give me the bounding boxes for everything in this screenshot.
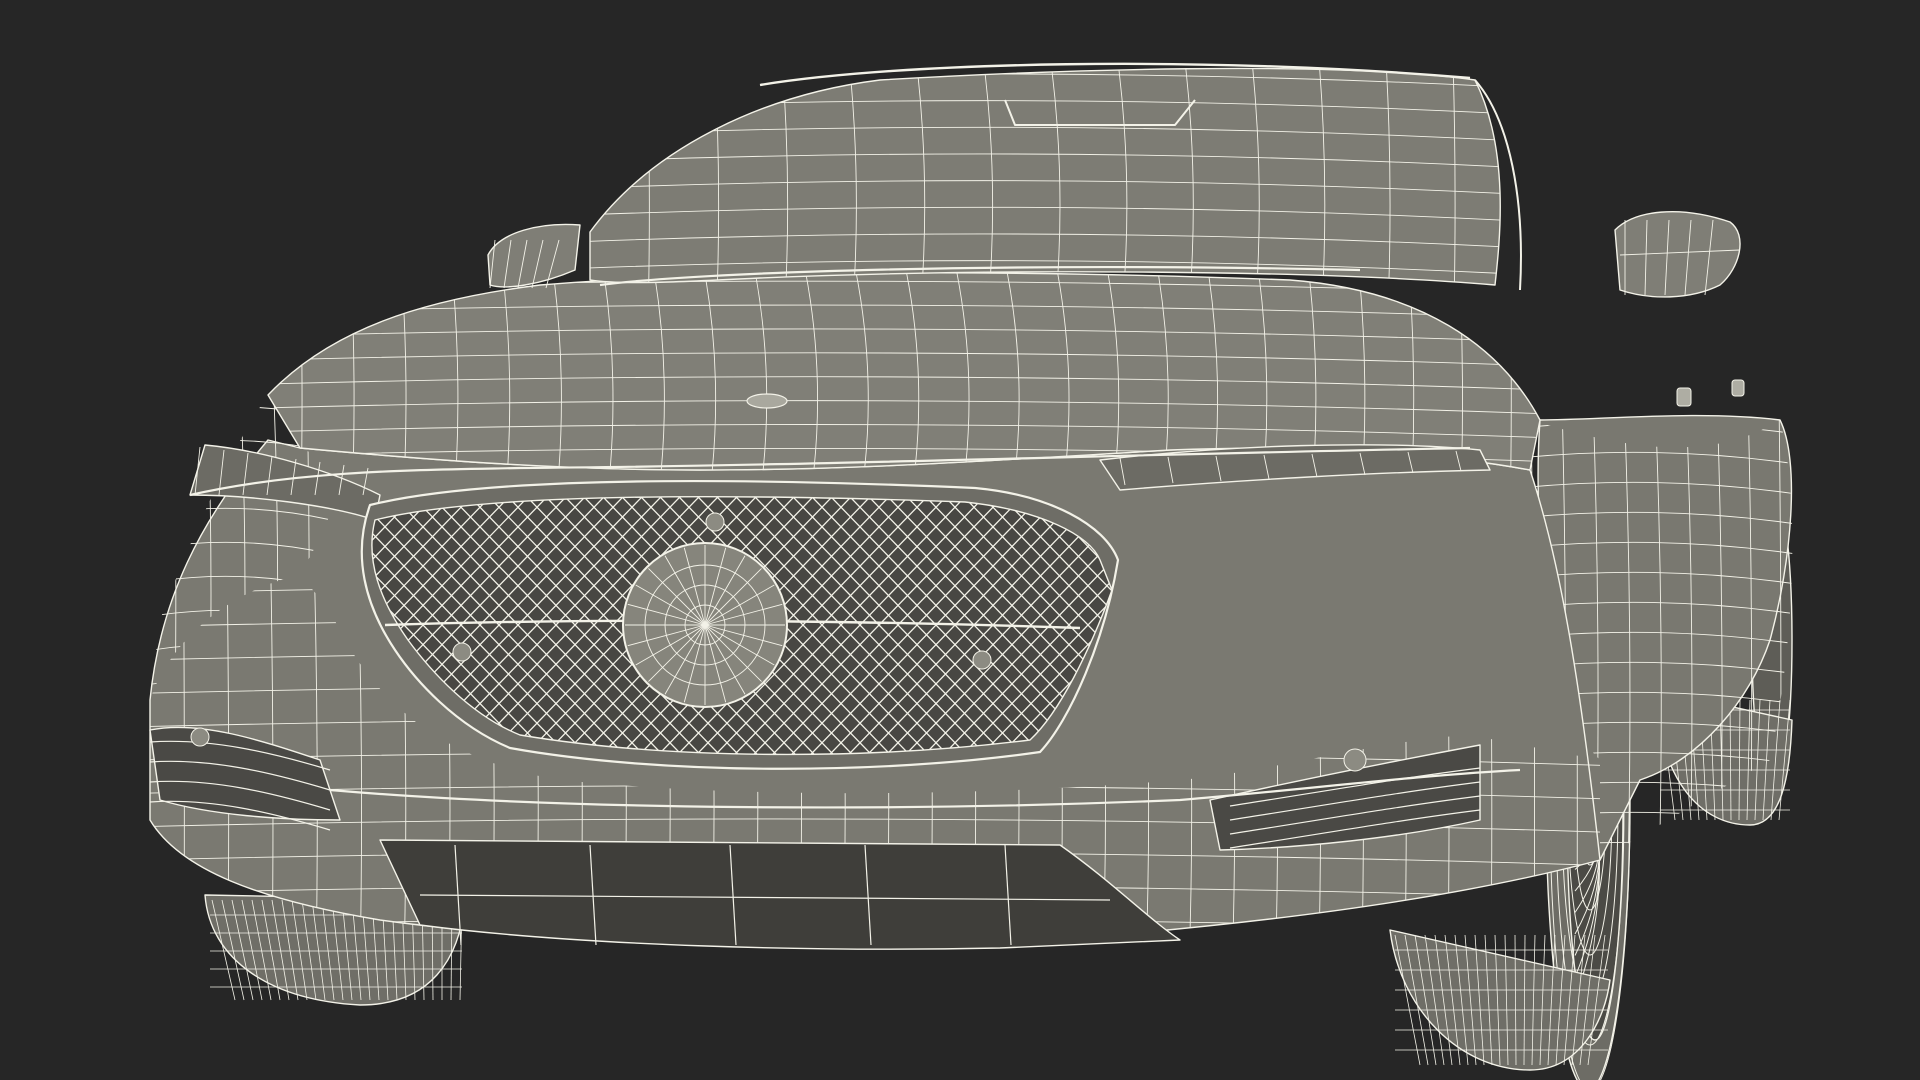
fog-sensor-left	[190, 727, 210, 747]
front-emblem	[622, 542, 788, 708]
right-side-marker-1	[1676, 387, 1692, 407]
wireframe-render	[0, 0, 1920, 1080]
render-viewport	[0, 0, 1920, 1080]
sensor-right	[972, 650, 992, 670]
fog-sensor-right	[1343, 748, 1367, 772]
sensor-top	[705, 512, 725, 532]
lower-intake	[379, 839, 1181, 950]
sensor-left	[452, 642, 472, 662]
hood	[267, 272, 1541, 471]
hood-ornament	[746, 393, 788, 409]
right-side-marker-2	[1731, 379, 1745, 397]
